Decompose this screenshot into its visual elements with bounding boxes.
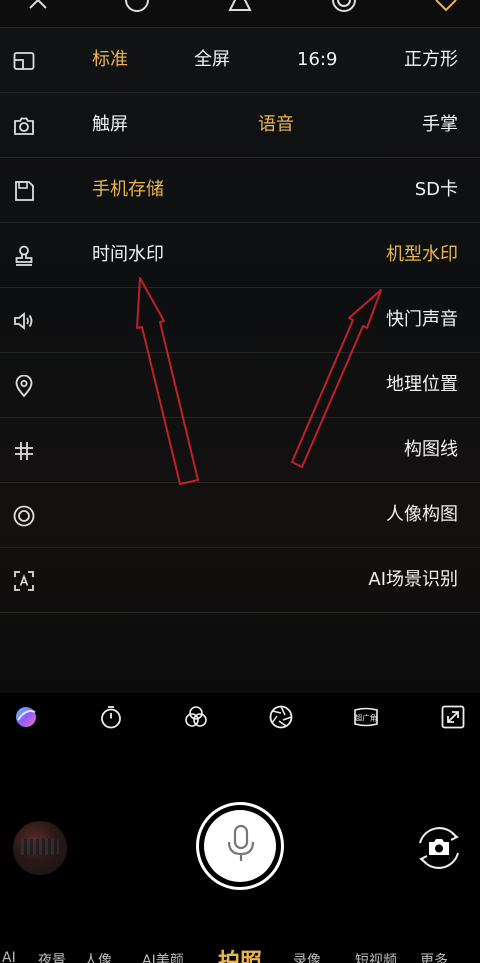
portrait-composition-row[interactable]: 人像构图 xyxy=(0,483,480,548)
portrait-target-icon xyxy=(13,505,35,527)
capture-controls xyxy=(0,753,480,963)
grid-lines-row[interactable]: 构图线 xyxy=(0,418,480,483)
mode-ai[interactable]: AI xyxy=(2,950,16,963)
mode-video[interactable]: 录像 xyxy=(293,950,321,963)
wide-angle-icon[interactable]: 超广角 xyxy=(353,704,379,730)
ai-scene-icon xyxy=(13,570,35,592)
aspect-ratio-icon xyxy=(13,50,35,72)
mode-photo[interactable]: 拍照 xyxy=(218,946,262,963)
stamp-icon xyxy=(13,245,35,267)
color-filter-icon[interactable] xyxy=(13,704,39,730)
circle-icon[interactable] xyxy=(123,0,151,14)
camera-settings-panel: 标准 全屏 16:9 正方形 触屏 语音 手掌 手机存储 SD卡 时间水印 机型… xyxy=(0,28,480,693)
shutter-button[interactable] xyxy=(196,802,284,890)
filters-icon[interactable] xyxy=(183,704,209,730)
microphone-icon xyxy=(227,824,255,861)
option-phone-storage[interactable]: 手机存储 xyxy=(92,178,164,202)
ai-scene-label: AI场景识别 xyxy=(368,569,458,590)
mode-short-video[interactable]: 短视频 xyxy=(355,950,397,963)
camera-icon xyxy=(13,115,35,137)
speaker-icon xyxy=(13,310,35,332)
flip-camera-button[interactable] xyxy=(412,821,466,875)
svg-text:超广角: 超广角 xyxy=(355,713,378,723)
top-toolbar xyxy=(0,0,480,28)
option-sd-card[interactable]: SD卡 xyxy=(415,178,458,202)
location-pin-icon xyxy=(13,374,35,398)
ai-scene-row[interactable]: AI场景识别 xyxy=(0,548,480,613)
option-time-watermark[interactable]: 时间水印 xyxy=(92,243,164,267)
shutter-sound-row[interactable]: 快门声音 xyxy=(0,288,480,353)
flip-camera-icon xyxy=(419,827,459,869)
shutter-trigger-row: 触屏 语音 手掌 xyxy=(0,93,480,158)
mode-ai-beauty[interactable]: AI美颜 xyxy=(142,950,184,963)
option-16-9[interactable]: 16:9 xyxy=(297,48,337,72)
close-icon[interactable] xyxy=(24,0,52,14)
option-model-watermark[interactable]: 机型水印 xyxy=(386,243,458,267)
option-palm[interactable]: 手掌 xyxy=(422,113,458,137)
mode-night[interactable]: 夜景 xyxy=(38,950,66,963)
heart-icon[interactable] xyxy=(432,0,460,14)
triangle-icon[interactable] xyxy=(226,0,254,14)
shutter-sound-label: 快门声音 xyxy=(386,309,458,330)
portrait-composition-label: 人像构图 xyxy=(386,504,458,525)
aperture-icon[interactable] xyxy=(268,704,294,730)
camera-mode-selector: AI 夜景 人像 AI美颜 拍照 录像 短视频 更多 xyxy=(0,946,480,963)
timer-icon[interactable] xyxy=(98,704,124,730)
expand-icon[interactable] xyxy=(440,704,466,730)
save-icon xyxy=(13,180,35,202)
gallery-thumbnail[interactable] xyxy=(13,821,67,875)
mode-more[interactable]: 更多 xyxy=(420,950,448,963)
aspect-ratio-row: 标准 全屏 16:9 正方形 xyxy=(0,28,480,93)
camera-mode-icon-bar: 超广角 xyxy=(0,693,480,753)
location-row[interactable]: 地理位置 xyxy=(0,353,480,418)
aperture-icon[interactable] xyxy=(330,0,358,14)
storage-row: 手机存储 SD卡 xyxy=(0,158,480,223)
location-label: 地理位置 xyxy=(386,374,458,395)
option-standard[interactable]: 标准 xyxy=(92,48,128,72)
option-touch[interactable]: 触屏 xyxy=(92,113,128,137)
mode-portrait[interactable]: 人像 xyxy=(84,950,112,963)
grid-icon xyxy=(13,440,35,462)
option-fullscreen[interactable]: 全屏 xyxy=(194,48,230,72)
option-voice[interactable]: 语音 xyxy=(258,113,294,137)
option-square[interactable]: 正方形 xyxy=(404,48,458,72)
grid-lines-label: 构图线 xyxy=(404,439,458,460)
watermark-row: 时间水印 机型水印 xyxy=(0,223,480,288)
